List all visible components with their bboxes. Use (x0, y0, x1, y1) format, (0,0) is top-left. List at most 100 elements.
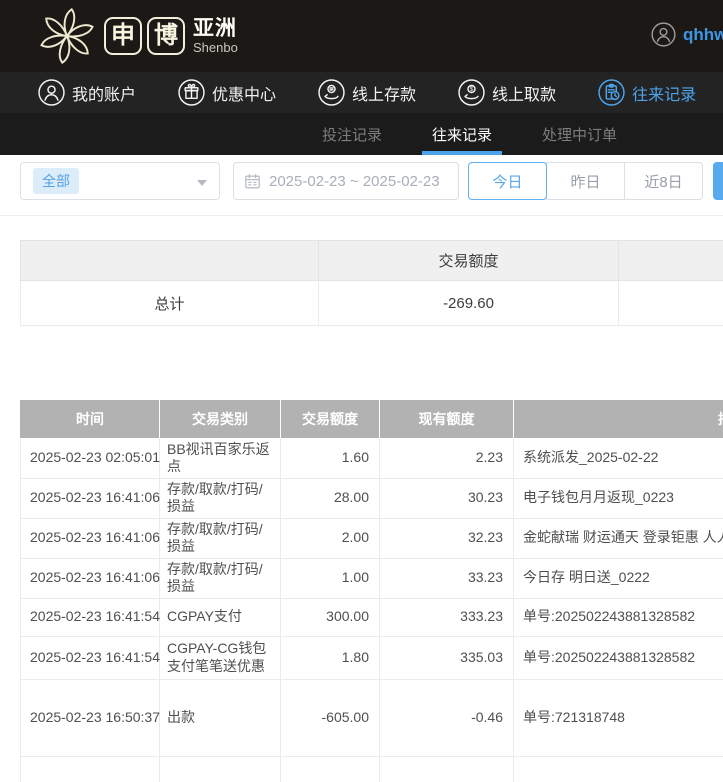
table-cell: 存款/取款/打码/损益 (160, 558, 281, 598)
tab-pending-orders[interactable]: 处理中订单 (540, 113, 619, 155)
svg-text:$: $ (470, 86, 474, 93)
table-cell: 单号:721318748 (514, 679, 723, 756)
table-cell: 电子钱包月月返现_0223 (514, 478, 723, 518)
records-clipboard-clock-icon (598, 79, 625, 106)
summary-header-empty (619, 241, 723, 281)
username-text[interactable]: qhhw (683, 25, 723, 45)
table-cell: -605.00 (281, 679, 380, 756)
top-header: 申 博 亚洲 Shenbo qhhw (0, 0, 723, 72)
table-cell: 32.23 (380, 518, 514, 558)
user-icon (38, 79, 65, 106)
deposit-hand-coin-icon (318, 79, 345, 106)
nav-label: 我的账户 (72, 81, 136, 105)
table-cell: 2025-02-23 16:50:37 (21, 679, 160, 756)
summary-total-value: -269.60 (319, 281, 619, 326)
column-header-type: 交易类别 (160, 400, 281, 438)
logo-char-shen: 申 (104, 17, 142, 55)
logo-char-bo: 博 (147, 17, 185, 55)
tab-transaction-records[interactable]: 往来记录 (430, 113, 494, 155)
table-cell: 存款/取款/打码/损益 (160, 478, 281, 518)
table-cell: 单号:202502243881328582 (514, 636, 723, 679)
table-row: 2025-02-23 16:41:06存款/取款/打码/损益1.0033.23今… (21, 558, 723, 598)
quick-date-buttons: 今日 昨日 近8日 (468, 162, 703, 200)
table-cell: CGPAY出款优惠 (160, 756, 281, 782)
summary-table: 交易额度 总计 -269.60 (20, 240, 723, 326)
transactions-table-body: 2025-02-23 02:05:01BB视讯百家乐返点1.602.23系统派发… (21, 438, 723, 782)
today-button[interactable]: 今日 (468, 162, 547, 200)
table-cell: 2025-02-23 16:50:37 (21, 756, 160, 782)
table-cell: 金蛇献瑞 财运通天 登录钜惠 人人皆享 (514, 518, 723, 558)
table-cell: 2025-02-23 16:41:06 (21, 558, 160, 598)
main-navigation: 我的账户 优惠中心 线上存款 (0, 72, 723, 113)
logo-subtitle-text: Shenbo (193, 41, 238, 54)
type-filter-select[interactable]: 全部 (20, 162, 220, 200)
nav-item-online-withdrawal[interactable]: $ 线上取款 (458, 79, 556, 106)
brand-logo[interactable]: 申 博 亚洲 Shenbo (36, 5, 238, 67)
page: 申 博 亚洲 Shenbo qhhw 我的账户 (0, 0, 723, 782)
column-header-time: 时间 (21, 400, 160, 438)
logo-region-text: 亚洲 (193, 18, 238, 39)
table-cell: 2025-02-23 16:41:54 (21, 598, 160, 636)
nav-item-my-account[interactable]: 我的账户 (38, 79, 136, 106)
column-header-amount: 交易额度 (281, 400, 380, 438)
summary-header-empty (21, 241, 319, 281)
table-cell: 1.00 (281, 756, 380, 782)
section-divider (0, 215, 723, 216)
table-cell: 30.23 (380, 478, 514, 518)
tab-betting-records[interactable]: 投注记录 (320, 113, 384, 155)
summary-empty-cell (619, 281, 723, 326)
table-cell: 1.80 (281, 636, 380, 679)
table-cell: 单号:721318748 (514, 756, 723, 782)
table-row: 2025-02-23 02:05:01BB视讯百家乐返点1.602.23系统派发… (21, 438, 723, 478)
summary-total-row: 总计 -269.60 (21, 281, 723, 326)
avatar-icon (651, 22, 676, 47)
table-cell: 33.23 (380, 558, 514, 598)
table-cell: 存款/取款/打码/损益 (160, 518, 281, 558)
transactions-table: 时间 交易类别 交易额度 现有额度 摘要 2025-02-23 02:05:01… (20, 400, 723, 782)
nav-item-transaction-records[interactable]: 往来记录 (598, 79, 696, 106)
nav-label: 优惠中心 (212, 81, 276, 105)
table-cell: 出款 (160, 679, 281, 756)
summary-header-row: 交易额度 (21, 241, 723, 281)
last-8-days-button[interactable]: 近8日 (624, 162, 703, 200)
table-cell: 2025-02-23 16:41:06 (21, 518, 160, 558)
table-cell: 1.00 (281, 558, 380, 598)
table-cell: 2025-02-23 16:41:06 (21, 478, 160, 518)
calendar-icon (244, 173, 261, 190)
record-tabs: 投注记录 往来记录 处理中订单 (0, 113, 723, 155)
nav-label: 线上存款 (352, 81, 416, 105)
table-cell: 2025-02-23 16:41:54 (21, 636, 160, 679)
table-row: 2025-02-23 16:41:06存款/取款/打码/损益2.0032.23金… (21, 518, 723, 558)
summary-total-label: 总计 (21, 281, 319, 326)
yesterday-button[interactable]: 昨日 (546, 162, 625, 200)
type-filter-chip[interactable]: 全部 (33, 168, 79, 194)
date-range-value: 2025-02-23 ~ 2025-02-23 (269, 173, 440, 190)
nav-label: 线上取款 (492, 81, 556, 105)
table-row: 2025-02-23 16:41:06存款/取款/打码/损益28.0030.23… (21, 478, 723, 518)
user-account-area[interactable]: qhhw (651, 22, 723, 47)
date-range-input[interactable]: 2025-02-23 ~ 2025-02-23 (233, 162, 459, 200)
nav-item-online-deposit[interactable]: 线上存款 (318, 79, 416, 106)
table-cell: 2025-02-23 02:05:01 (21, 438, 160, 478)
column-header-summary: 摘要 (514, 400, 723, 438)
table-cell: CGPAY-CG钱包支付笔笔送优惠 (160, 636, 281, 679)
table-cell: 系统派发_2025-02-22 (514, 438, 723, 478)
withdraw-hand-coin-icon: $ (458, 79, 485, 106)
table-cell: 300.00 (281, 598, 380, 636)
table-cell: 今日存 明日送_0222 (514, 558, 723, 598)
query-button[interactable] (713, 162, 723, 200)
table-cell: 2.00 (281, 518, 380, 558)
nav-item-promotions[interactable]: 优惠中心 (178, 79, 276, 106)
table-cell: -0.46 (380, 679, 514, 756)
tab-label: 处理中订单 (542, 124, 617, 145)
table-cell: 单号:202502243881328582 (514, 598, 723, 636)
table-cell: CGPAY支付 (160, 598, 281, 636)
transactions-table-header: 时间 交易类别 交易额度 现有额度 摘要 (21, 400, 723, 438)
table-row: 2025-02-23 16:50:37CGPAY出款优惠1.000.53单号:7… (21, 756, 723, 782)
gift-icon (178, 79, 205, 106)
table-cell: 28.00 (281, 478, 380, 518)
chevron-down-icon (197, 180, 207, 186)
table-cell: 335.03 (380, 636, 514, 679)
table-row: 2025-02-23 16:41:54CGPAY-CG钱包支付笔笔送优惠1.80… (21, 636, 723, 679)
table-cell: 0.53 (380, 756, 514, 782)
